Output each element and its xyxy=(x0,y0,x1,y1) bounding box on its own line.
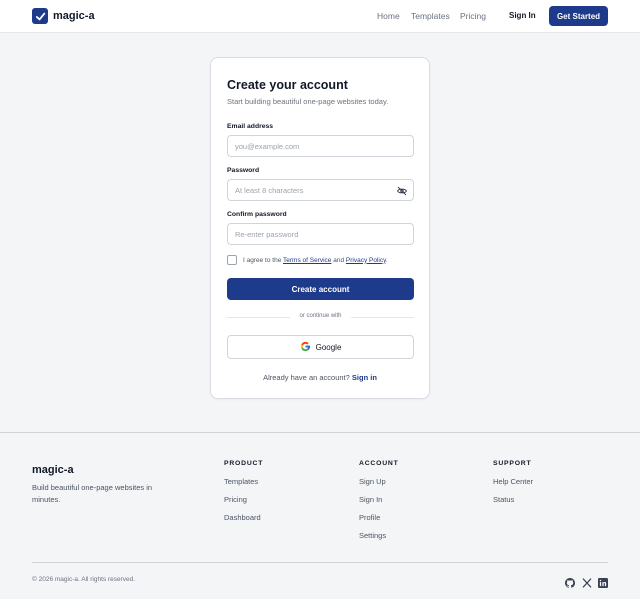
x-icon[interactable] xyxy=(582,575,592,588)
copyright-text: © 2026 magic-a. All rights reserved. xyxy=(32,576,136,583)
terms-of-service-link[interactable]: Terms of Service xyxy=(283,257,331,264)
footer-link-sign-up[interactable]: Sign Up xyxy=(359,477,399,495)
footer-link-profile[interactable]: Profile xyxy=(359,513,399,531)
email-field[interactable] xyxy=(227,135,414,157)
password-field[interactable] xyxy=(227,179,414,201)
nav-link-pricing[interactable]: Pricing xyxy=(460,11,486,21)
nav-link-home[interactable]: Home xyxy=(377,11,400,21)
create-account-button[interactable]: Create account xyxy=(227,278,414,300)
footer-link-settings[interactable]: Settings xyxy=(359,531,399,549)
google-signin-button[interactable]: Google xyxy=(227,335,414,359)
card-title: Create your account xyxy=(227,78,348,92)
footer-link-help-center[interactable]: Help Center xyxy=(493,477,533,495)
footer-link-sign-in[interactable]: Sign In xyxy=(359,495,399,513)
footer-heading: SUPPORT xyxy=(493,460,532,467)
footer-link-dashboard[interactable]: Dashboard xyxy=(224,513,263,531)
confirm-password-field[interactable] xyxy=(227,223,414,245)
checkmark-logo-icon xyxy=(32,8,48,24)
password-label: Password xyxy=(227,167,260,174)
google-button-label: Google xyxy=(315,342,342,352)
privacy-policy-link[interactable]: Privacy Policy xyxy=(346,257,386,264)
agreement-text: I agree to the Terms of Service and Priv… xyxy=(243,256,388,264)
footer-brand: magic-a xyxy=(32,464,74,476)
toggle-password-visibility-icon[interactable] xyxy=(396,184,408,196)
nav-link-templates[interactable]: Templates xyxy=(411,11,450,21)
brand-logo-link[interactable]: magic-a xyxy=(32,8,95,24)
footer-heading: PRODUCT xyxy=(224,460,264,467)
footer-divider xyxy=(32,562,608,563)
confirm-password-label: Confirm password xyxy=(227,211,287,218)
sign-in-link[interactable]: Sign in xyxy=(352,373,377,382)
divider-text: or continue with xyxy=(299,313,342,319)
github-icon[interactable] xyxy=(565,575,576,588)
google-logo-icon xyxy=(300,341,311,354)
divider-line-right xyxy=(351,317,414,318)
footer-link-templates[interactable]: Templates xyxy=(224,477,263,495)
site-footer: magic-a Build beautiful one-page website… xyxy=(0,432,640,599)
card-subtitle: Start building beautiful one-page websit… xyxy=(227,97,389,106)
terms-agreement-row: I agree to the Terms of Service and Priv… xyxy=(227,255,388,265)
have-account-text: Already have an account? Sign in xyxy=(263,373,377,382)
footer-column-account: ACCOUNT Sign Up Sign In Profile Settings xyxy=(359,460,399,549)
header-sign-in-link[interactable]: Sign In xyxy=(509,11,536,20)
linkedin-icon[interactable] xyxy=(598,575,608,588)
footer-description: Build beautiful one-page websites in min… xyxy=(32,483,153,504)
top-navigation-bar: magic-a Home Templates Pricing Sign In G… xyxy=(0,0,640,33)
footer-column-product: PRODUCT Templates Pricing Dashboard xyxy=(224,460,263,531)
continue-with-divider: or continue with xyxy=(227,313,414,321)
footer-link-status[interactable]: Status xyxy=(493,495,533,513)
footer-link-pricing[interactable]: Pricing xyxy=(224,495,263,513)
terms-checkbox[interactable] xyxy=(227,255,237,265)
brand-name: magic-a xyxy=(53,10,95,22)
footer-heading: ACCOUNT xyxy=(359,460,399,467)
signup-card: Create your account Start building beaut… xyxy=(210,57,430,399)
footer-column-support: SUPPORT Help Center Status xyxy=(493,460,533,513)
get-started-button[interactable]: Get Started xyxy=(549,6,608,26)
email-label: Email address xyxy=(227,123,274,130)
